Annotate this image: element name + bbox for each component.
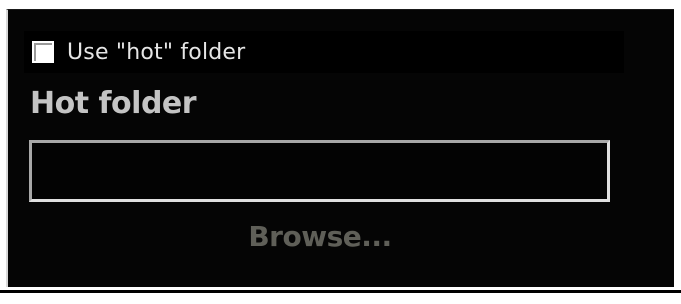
hot-folder-path-input[interactable]: [29, 140, 610, 202]
use-hot-folder-label[interactable]: Use "hot" folder: [67, 40, 245, 65]
use-hot-folder-checkbox[interactable]: [32, 41, 54, 63]
bottom-divider: [0, 290, 681, 293]
hot-folder-heading: Hot folder: [30, 86, 197, 121]
browse-button[interactable]: Browse...: [220, 214, 420, 258]
use-hot-folder-row[interactable]: Use "hot" folder: [24, 31, 624, 73]
dialog-frame: Use "hot" folder Hot folder Browse...: [0, 0, 681, 304]
